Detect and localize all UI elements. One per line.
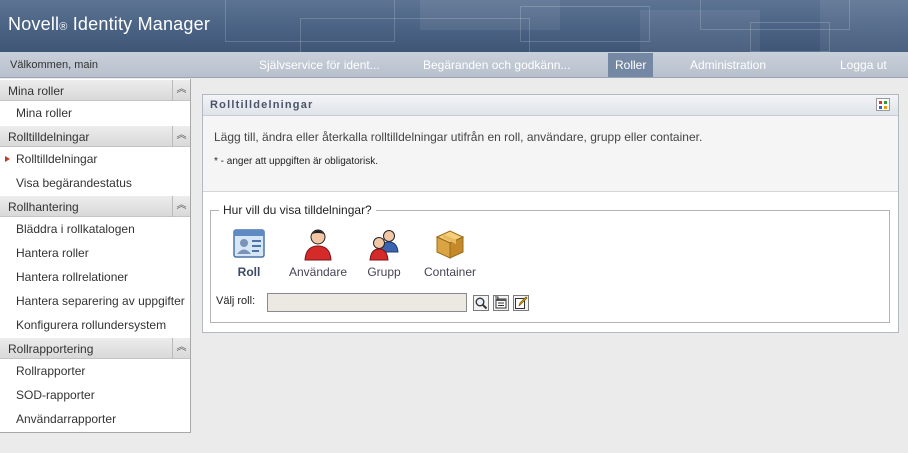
sidebar-section-label: Mina roller xyxy=(8,84,65,98)
option-user-label: Användare xyxy=(288,265,348,279)
option-user[interactable]: Användare xyxy=(287,227,349,279)
sidebar-item-sod-reports[interactable]: SOD-rapporter xyxy=(0,383,190,407)
intro-panel: Lägg till, ändra eller återkalla rolltil… xyxy=(203,116,898,192)
tab-roles[interactable]: Roller xyxy=(608,53,654,77)
edit-pencil-icon[interactable] xyxy=(513,295,529,311)
sidebar-item-user-reports[interactable]: Användarrapporter xyxy=(0,407,190,431)
option-role-label: Roll xyxy=(237,265,261,279)
fieldset-legend: Hur vill du visa tilldelningar? xyxy=(219,203,376,217)
container-box-icon xyxy=(433,227,467,261)
role-select-label: Välj roll: xyxy=(216,295,256,307)
collapse-icon[interactable]: ︽ xyxy=(172,80,190,101)
tab-requests-approvals[interactable]: Begäranden och godkänn... xyxy=(416,53,577,77)
sidebar-item-manage-sod[interactable]: Hantera separering av uppgifter xyxy=(0,289,190,313)
view-assignments-fieldset: Hur vill du visa tilldelningar? Roll Anv… xyxy=(210,203,890,323)
sidebar-item-request-status[interactable]: Visa begärandestatus xyxy=(0,171,190,195)
sidebar-section-label: Rollhantering xyxy=(8,200,79,214)
sidebar-section-role-assignments[interactable]: Rolltilldelningar ︽ xyxy=(0,125,190,147)
role-input[interactable] xyxy=(267,293,467,312)
sidebar-section-my-roles[interactable]: Mina roller ︽ xyxy=(0,79,190,101)
group-icon xyxy=(367,227,401,261)
app-banner: Novell® Identity Manager xyxy=(0,0,908,52)
app-title: Novell® Identity Manager xyxy=(8,14,211,34)
sidebar: Mina roller ︽ Mina roller Rolltilldelnin… xyxy=(0,79,191,433)
sidebar-section-label: Rolltilldelningar xyxy=(8,130,90,144)
tab-self-service[interactable]: Självservice för ident... xyxy=(252,53,387,77)
sidebar-item-role-reports[interactable]: Rollrapporter xyxy=(0,359,190,383)
sidebar-section-role-management[interactable]: Rollhantering ︽ xyxy=(0,195,190,217)
collapse-icon[interactable]: ︽ xyxy=(172,338,190,359)
sidebar-item-configure-subsystem[interactable]: Konfigurera rollundersystem xyxy=(0,313,190,337)
option-container[interactable]: Container xyxy=(420,227,480,279)
sidebar-item-manage-roles[interactable]: Hantera roller xyxy=(0,241,190,265)
sidebar-item-browse-catalog[interactable]: Bläddra i rollkatalogen xyxy=(0,217,190,241)
option-group[interactable]: Grupp xyxy=(361,227,407,279)
portlet-title: Rolltilldelningar xyxy=(210,99,314,111)
sidebar-section-label: Rollrapportering xyxy=(8,342,94,356)
tab-administration[interactable]: Administration xyxy=(683,53,773,77)
portlet-menu-icon[interactable] xyxy=(876,98,890,111)
top-nav: Välkommen, main Självservice för ident..… xyxy=(0,52,908,78)
role-assignments-portlet: Rolltilldelningar Lägg till, ändra eller… xyxy=(202,94,899,333)
required-note: * - anger att uppgiften är obligatorisk. xyxy=(214,156,378,167)
history-list-icon[interactable] xyxy=(493,295,509,311)
collapse-icon[interactable]: ︽ xyxy=(172,196,190,217)
role-card-icon xyxy=(232,227,266,261)
search-icon[interactable] xyxy=(473,295,489,311)
sidebar-item-my-roles[interactable]: Mina roller xyxy=(0,101,190,125)
sidebar-item-role-assignments[interactable]: Rolltilldelningar xyxy=(0,147,190,171)
user-icon xyxy=(301,227,335,261)
intro-text: Lägg till, ändra eller återkalla rolltil… xyxy=(214,130,703,144)
logout-link[interactable]: Logga ut xyxy=(833,53,894,77)
collapse-icon[interactable]: ︽ xyxy=(172,126,190,147)
portlet-header: Rolltilldelningar xyxy=(203,95,898,116)
option-group-label: Grupp xyxy=(367,265,401,279)
sidebar-item-manage-relations[interactable]: Hantera rollrelationer xyxy=(0,265,190,289)
sidebar-section-role-reporting[interactable]: Rollrapportering ︽ xyxy=(0,337,190,359)
welcome-text: Välkommen, main xyxy=(10,59,99,71)
option-container-label: Container xyxy=(423,265,477,279)
option-role[interactable]: Roll xyxy=(229,227,269,279)
